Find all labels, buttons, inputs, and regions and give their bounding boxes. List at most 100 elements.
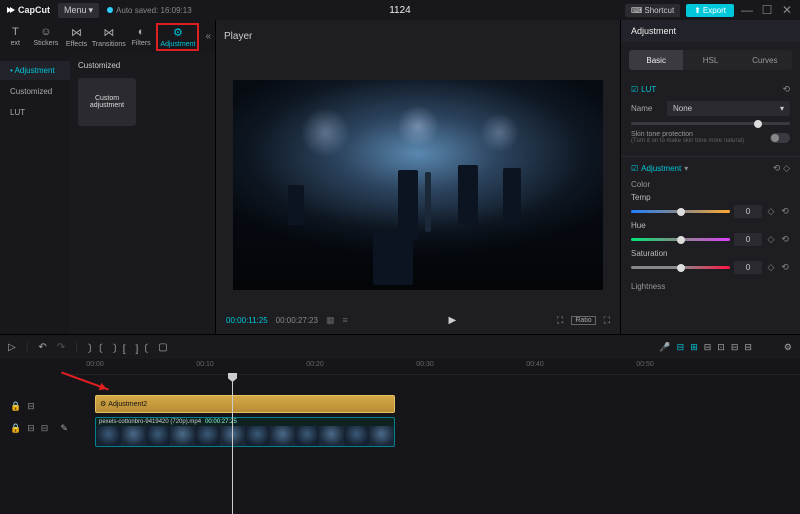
- hue-value[interactable]: 0: [734, 233, 762, 246]
- properties-panel: Adjustment Basic HSL Curves ☑LUT ⟲ Name …: [620, 20, 800, 334]
- settings-icon[interactable]: ⚙: [784, 342, 792, 353]
- transitions-icon: ⋈: [103, 26, 114, 39]
- close-button[interactable]: ✕: [780, 3, 794, 17]
- player-title: Player: [216, 20, 620, 53]
- lightness-category: Lightness: [631, 282, 790, 291]
- visibility-icon[interactable]: ⊟: [41, 423, 49, 434]
- tab-transitions[interactable]: ⋈Transitions: [92, 20, 126, 53]
- temp-reset-icon[interactable]: ⟲: [780, 206, 790, 217]
- lock-icon[interactable]: 🔒: [10, 423, 21, 434]
- play-button[interactable]: ▶: [449, 315, 457, 326]
- preview-quality-icon[interactable]: ▦: [326, 315, 335, 326]
- lut-section-title: ☑LUT: [631, 85, 656, 94]
- maximize-button[interactable]: ☐: [760, 3, 774, 17]
- lut-reset-icon[interactable]: ⟲: [782, 84, 790, 95]
- customized-header: Customized: [78, 61, 207, 70]
- lut-intensity-slider[interactable]: [631, 122, 790, 125]
- lut-name-label: Name: [631, 104, 661, 113]
- crop-icon[interactable]: ⊡: [717, 342, 725, 353]
- tool3-icon[interactable]: ⊟: [704, 342, 712, 353]
- split-right-icon[interactable]: ]〔: [135, 340, 148, 355]
- autosave-dot-icon: [107, 7, 113, 13]
- category-sidebar: Adjustment Customized LUT: [0, 53, 70, 334]
- keyframe-icon[interactable]: ◇: [783, 163, 790, 173]
- lock-icon[interactable]: 🔒: [10, 401, 21, 412]
- timeline-tracks[interactable]: ⚙ Adjustment2 pexels-cottonbro-9419420 (…: [70, 375, 800, 514]
- checkbox-icon[interactable]: ☑: [631, 164, 638, 173]
- skin-tone-label: Skin tone protection: [631, 131, 744, 138]
- export-button[interactable]: ⬆ Export: [686, 4, 734, 17]
- adjustment-icon: ⚙: [173, 26, 183, 39]
- saturation-value[interactable]: 0: [734, 261, 762, 274]
- scale-icon[interactable]: ⛶: [557, 315, 563, 326]
- saturation-label: Saturation: [631, 249, 790, 258]
- tab-curves[interactable]: Curves: [738, 50, 792, 70]
- video-frame: [233, 80, 603, 290]
- minimize-button[interactable]: —: [740, 3, 754, 17]
- tool1-icon[interactable]: ⊟: [677, 342, 685, 353]
- current-time: 00:00:11:25: [226, 316, 268, 325]
- visibility-icon[interactable]: ⊟: [27, 401, 35, 412]
- tab-adjustment[interactable]: ⚙Adjustment: [160, 26, 195, 48]
- video-clip[interactable]: pexels-cottonbro-9419420 (720p).mp400:00…: [95, 417, 395, 447]
- sidebar-item-adjustment[interactable]: Adjustment: [0, 61, 70, 80]
- hue-slider[interactable]: [631, 238, 730, 241]
- temp-slider[interactable]: [631, 210, 730, 213]
- tab-text[interactable]: Text: [0, 20, 31, 53]
- hue-reset-icon[interactable]: ⟲: [780, 234, 790, 245]
- custom-adjustment-block[interactable]: Custom adjustment: [78, 78, 136, 126]
- player-panel: Player 00:00:11:25 00:00:27:23 ▦ ≡ ▶ ⛶ R…: [215, 20, 620, 334]
- media-panel: Text ☺Stickers ⋈Effects ⋈Transitions ◐Fi…: [0, 20, 215, 334]
- redo-icon[interactable]: ↷: [57, 342, 65, 353]
- lut-select[interactable]: None▾: [667, 101, 790, 116]
- delete-icon[interactable]: ▢: [158, 342, 167, 353]
- pointer-tool-icon[interactable]: ▷: [8, 342, 16, 353]
- checkbox-icon[interactable]: ☑: [631, 85, 638, 94]
- mute-icon[interactable]: ⊟: [27, 423, 35, 434]
- menu-button[interactable]: Menu▾: [58, 3, 99, 18]
- edit-icon[interactable]: ✎: [60, 423, 68, 434]
- adjustment-clip[interactable]: ⚙ Adjustment2: [95, 395, 395, 413]
- temp-keyframe-icon[interactable]: ◇: [766, 206, 776, 217]
- stickers-icon: ☺: [40, 26, 51, 38]
- tab-basic[interactable]: Basic: [629, 50, 683, 70]
- timeline-panel: ▷ | ↶ ↷ | 〕〔 〕[ ]〔 ▢ 🎤 ⊟ ⊞ ⊟ ⊡ ⊟ ⊟ ⚙ 00:…: [0, 334, 800, 514]
- sidebar-item-lut[interactable]: LUT: [0, 103, 70, 122]
- fullscreen-icon[interactable]: ⛶: [604, 315, 610, 326]
- split-left-icon[interactable]: 〕[: [113, 340, 126, 355]
- expand-tabs-button[interactable]: «: [201, 31, 215, 42]
- title-bar: CapCut Menu▾ Auto saved: 16:09:13 1124 ⌨…: [0, 0, 800, 20]
- sidebar-item-customized[interactable]: Customized: [0, 82, 70, 101]
- player-viewport[interactable]: [216, 53, 620, 306]
- adjustment-section-title: ☑Adjustment▾: [631, 164, 688, 173]
- ratio-button[interactable]: Ratio: [571, 316, 595, 325]
- tool4-icon[interactable]: ⊟: [731, 342, 739, 353]
- tool5-icon[interactable]: ⊟: [744, 342, 752, 353]
- undo-icon[interactable]: ↶: [38, 342, 46, 353]
- tab-stickers[interactable]: ☺Stickers: [31, 20, 62, 53]
- autosave-status: Auto saved: 16:09:13: [107, 6, 192, 15]
- app-logo: CapCut: [6, 5, 50, 15]
- adjustment-reset-icon[interactable]: ⟲: [773, 163, 781, 173]
- playhead[interactable]: [232, 375, 233, 514]
- hue-keyframe-icon[interactable]: ◇: [766, 234, 776, 245]
- split-icon[interactable]: 〕〔: [88, 340, 103, 355]
- hue-label: Hue: [631, 221, 790, 230]
- skin-tone-sublabel: (Turn it on to make skin tone more natur…: [631, 138, 744, 144]
- skin-tone-toggle[interactable]: [770, 133, 790, 143]
- saturation-keyframe-icon[interactable]: ◇: [766, 262, 776, 273]
- tool2-icon[interactable]: ⊞: [690, 342, 698, 353]
- tab-filters[interactable]: ◐Filters: [126, 20, 157, 53]
- saturation-slider[interactable]: [631, 266, 730, 269]
- mic-icon[interactable]: 🎤: [659, 342, 670, 353]
- saturation-reset-icon[interactable]: ⟲: [780, 262, 790, 273]
- shortcut-button[interactable]: ⌨ Shortcut: [625, 4, 680, 17]
- temp-label: Temp: [631, 193, 790, 202]
- preview-list-icon[interactable]: ≡: [342, 315, 347, 325]
- properties-tabs: Basic HSL Curves: [629, 50, 792, 70]
- temp-value[interactable]: 0: [734, 205, 762, 218]
- tab-hsl[interactable]: HSL: [683, 50, 737, 70]
- tab-effects[interactable]: ⋈Effects: [61, 20, 92, 53]
- timeline-ruler[interactable]: 00:00 00:10 00:20 00:30 00:40 00:50: [70, 359, 800, 375]
- media-tabs: Text ☺Stickers ⋈Effects ⋈Transitions ◐Fi…: [0, 20, 215, 53]
